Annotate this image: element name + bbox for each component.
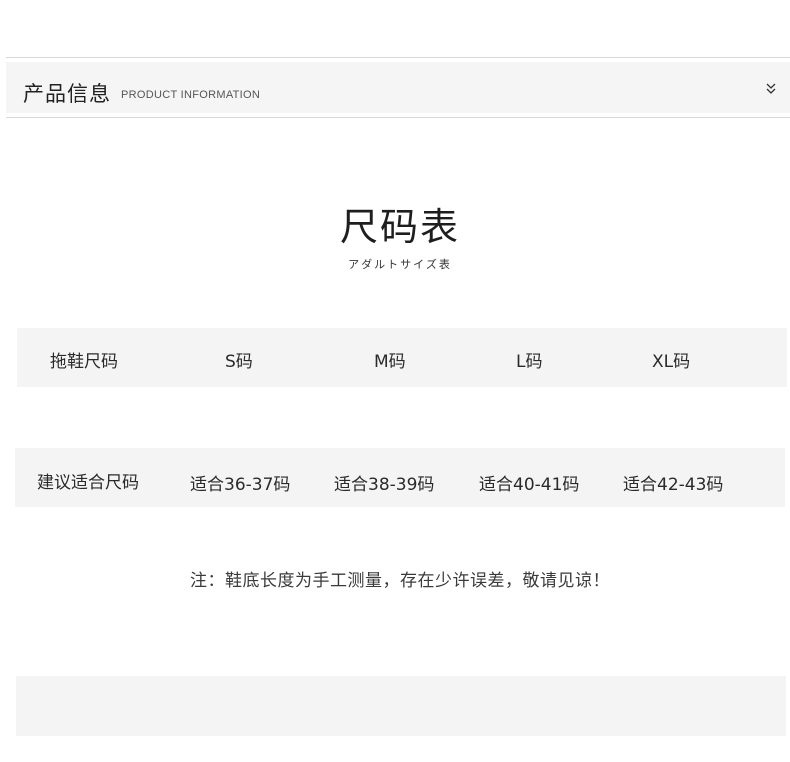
table-row: 拖鞋尺码 S码 M码 L码 XL码 [17, 328, 787, 387]
table-cell: L码 [516, 352, 543, 372]
table-cell: 适合36-37码 [190, 475, 291, 495]
table-cell: XL码 [652, 352, 691, 372]
row-label-recommended-size: 建议适合尺码 [37, 473, 139, 493]
table-cell: 适合40-41码 [479, 475, 580, 495]
table-cell: 适合42-43码 [623, 475, 724, 495]
table-row: 建议适合尺码 适合36-37码 适合38-39码 适合40-41码 适合42-4… [15, 448, 785, 507]
table-cell: S码 [225, 352, 253, 372]
top-divider [6, 57, 790, 58]
size-chart-subtitle: アダルトサイズ表 [348, 258, 452, 271]
header-bottom-divider [6, 117, 790, 118]
row-label-slipper-size: 拖鞋尺码 [50, 352, 118, 372]
table-cell: M码 [374, 352, 406, 372]
table-cell: 适合38-39码 [334, 475, 435, 495]
empty-band [16, 676, 786, 736]
header-title: 产品信息 [23, 82, 111, 106]
product-info-header[interactable]: 产品信息 PRODUCT INFORMATION [6, 62, 790, 113]
size-chart-title: 尺码表 [339, 205, 460, 249]
header-subtitle: PRODUCT INFORMATION [121, 89, 261, 101]
double-chevron-down-icon[interactable] [764, 80, 778, 94]
measurement-note: 注：鞋底长度为手工测量，存在少许误差，敬请见谅！ [190, 571, 610, 591]
